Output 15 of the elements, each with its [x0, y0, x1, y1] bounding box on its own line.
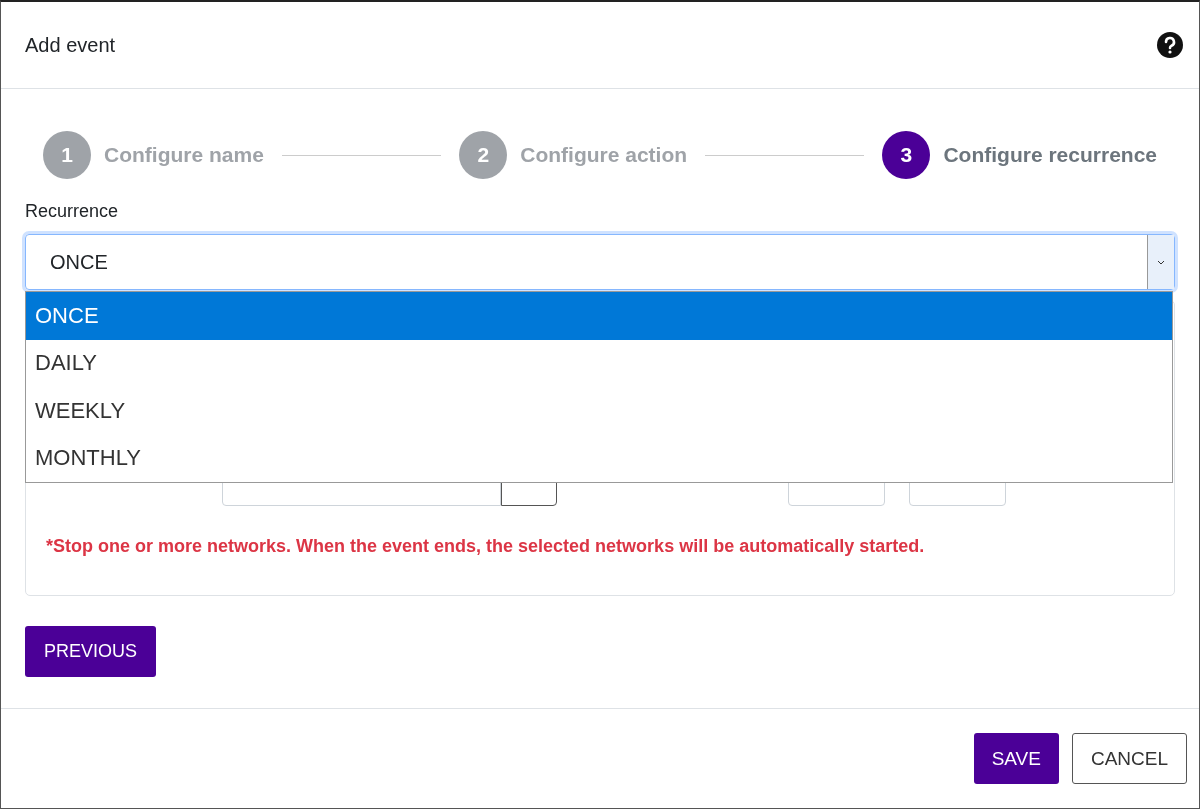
caret-icon [1157, 259, 1165, 265]
previous-button[interactable]: PREVIOUS [25, 626, 157, 677]
step-number[interactable]: 3 [882, 131, 931, 179]
field-label: Recurrence [25, 201, 120, 222]
step-label[interactable]: Configure recurrence [943, 143, 1157, 167]
dropdown-option[interactable]: MONTHLY [26, 434, 1172, 482]
save-button[interactable]: SAVE [973, 733, 1059, 784]
cancel-button[interactable]: CANCEL [1071, 733, 1187, 784]
dropdown-option[interactable]: DAILY [26, 339, 1172, 387]
dropdown-option[interactable]: ONCE [26, 292, 1172, 340]
recurrence-select[interactable]: ONCE [25, 234, 1175, 290]
dropdown-option[interactable]: WEEKLY [26, 387, 1172, 435]
dialog-title: Add event [25, 33, 116, 57]
help-icon[interactable] [1156, 31, 1184, 59]
warning-note: *Stop one or more networks. When the event ends, the selected networks will be automatically started. [46, 536, 926, 557]
